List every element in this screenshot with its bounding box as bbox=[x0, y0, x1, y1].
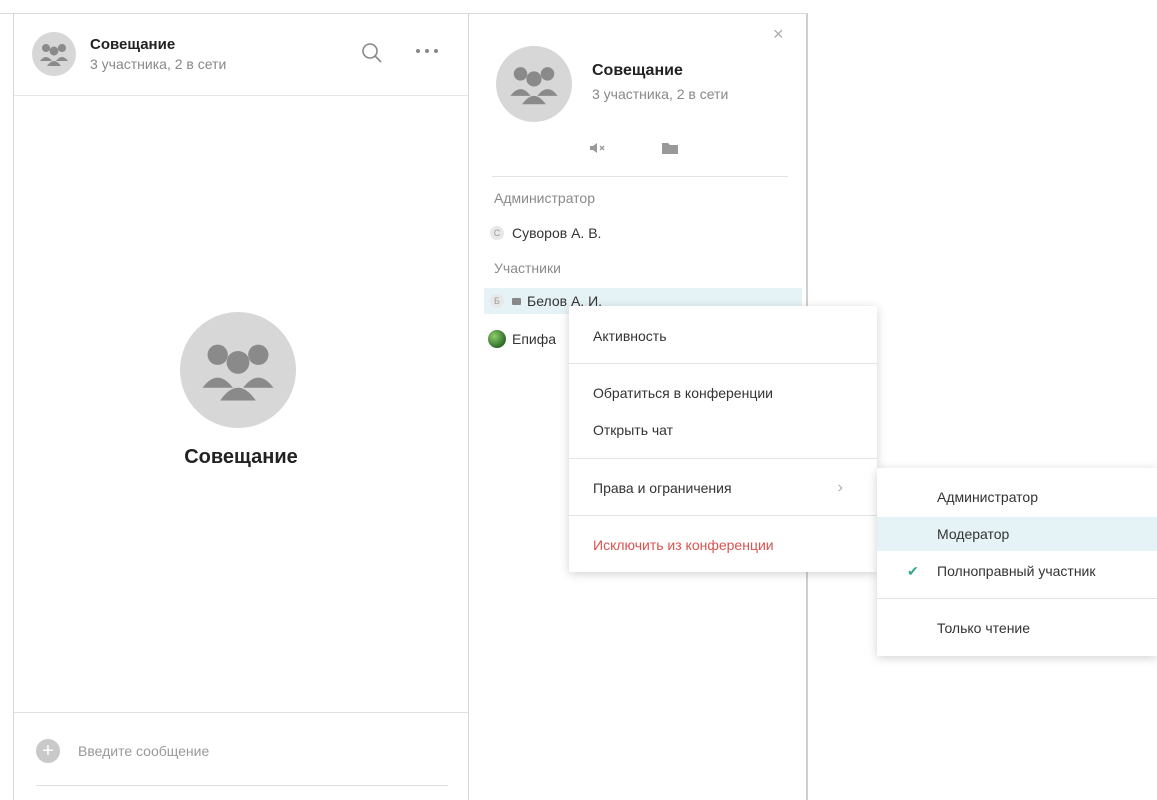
menu-item-activity[interactable]: Активность bbox=[569, 320, 877, 352]
members-section-label: Участники bbox=[494, 260, 561, 276]
group-avatar-icon[interactable] bbox=[32, 32, 76, 76]
rights-submenu: Администратор Модератор ✔ Полноправный у… bbox=[877, 468, 1157, 656]
group-avatar-medium bbox=[496, 46, 572, 122]
menu-item-rights-restrictions[interactable]: Права и ограничения › bbox=[569, 472, 877, 504]
chat-center-title: Совещание bbox=[184, 446, 298, 468]
member-context-menu: Активность Обратиться в конференции Откр… bbox=[569, 306, 877, 572]
menu-separator bbox=[569, 458, 877, 459]
chat-subtitle: 3 участника, 2 в сети bbox=[90, 56, 227, 72]
menu-item-remove-from-conference[interactable]: Исключить из конференции bbox=[569, 529, 877, 561]
search-icon[interactable] bbox=[357, 38, 387, 68]
group-people-icon bbox=[510, 67, 558, 105]
menu-separator bbox=[569, 515, 877, 516]
info-title: Совещание bbox=[592, 62, 683, 79]
message-input[interactable] bbox=[78, 737, 438, 765]
attach-plus-button[interactable]: + bbox=[36, 739, 60, 763]
chat-pane: Совещание 3 участника, 2 в сети Совещани… bbox=[13, 14, 469, 800]
member-photo-avatar bbox=[488, 330, 506, 348]
menu-item-address-in-conference[interactable]: Обратиться в конференции bbox=[569, 377, 877, 409]
checkmark-icon: ✔ bbox=[907, 562, 919, 579]
more-dots-icon[interactable] bbox=[412, 36, 442, 66]
admin-section-label: Администратор bbox=[494, 190, 596, 206]
submenu-item-read-only[interactable]: Только чтение bbox=[877, 611, 1157, 645]
info-subtitle: 3 участника, 2 в сети bbox=[592, 86, 729, 102]
briefcase-icon bbox=[512, 297, 521, 305]
chat-header: Совещание 3 участника, 2 в сети bbox=[14, 14, 468, 96]
message-composer: + bbox=[14, 712, 468, 800]
mute-icon[interactable] bbox=[588, 138, 608, 158]
group-avatar-large bbox=[180, 312, 296, 428]
menu-separator bbox=[569, 363, 877, 364]
chat-empty-state: Совещание bbox=[14, 96, 468, 714]
member-row-admin[interactable]: С Суворов А. В. bbox=[484, 220, 802, 246]
info-actions bbox=[588, 138, 680, 158]
composer-underline bbox=[36, 785, 448, 786]
member-name: Суворов А. В. bbox=[512, 225, 602, 241]
member-initial-badge: Б bbox=[490, 294, 504, 308]
submenu-item-full-member[interactable]: ✔ Полноправный участник bbox=[877, 554, 1157, 588]
submenu-item-label: Полноправный участник bbox=[937, 563, 1096, 579]
submenu-item-administrator[interactable]: Администратор bbox=[877, 480, 1157, 514]
menu-item-open-chat[interactable]: Открыть чат bbox=[569, 414, 877, 446]
window-top-border bbox=[0, 0, 808, 14]
group-people-icon bbox=[40, 44, 68, 66]
menu-item-label: Права и ограничения bbox=[593, 480, 732, 496]
group-people-icon bbox=[202, 344, 274, 401]
close-icon[interactable]: × bbox=[773, 24, 784, 45]
chevron-right-icon: › bbox=[837, 479, 843, 496]
info-divider bbox=[492, 176, 788, 177]
member-initial-badge: С bbox=[490, 226, 504, 240]
submenu-item-moderator[interactable]: Модератор bbox=[877, 517, 1157, 551]
chat-title: Совещание bbox=[90, 36, 176, 53]
member-name: Епифа bbox=[512, 331, 557, 347]
folder-icon[interactable] bbox=[660, 138, 680, 158]
menu-separator bbox=[877, 598, 1157, 599]
